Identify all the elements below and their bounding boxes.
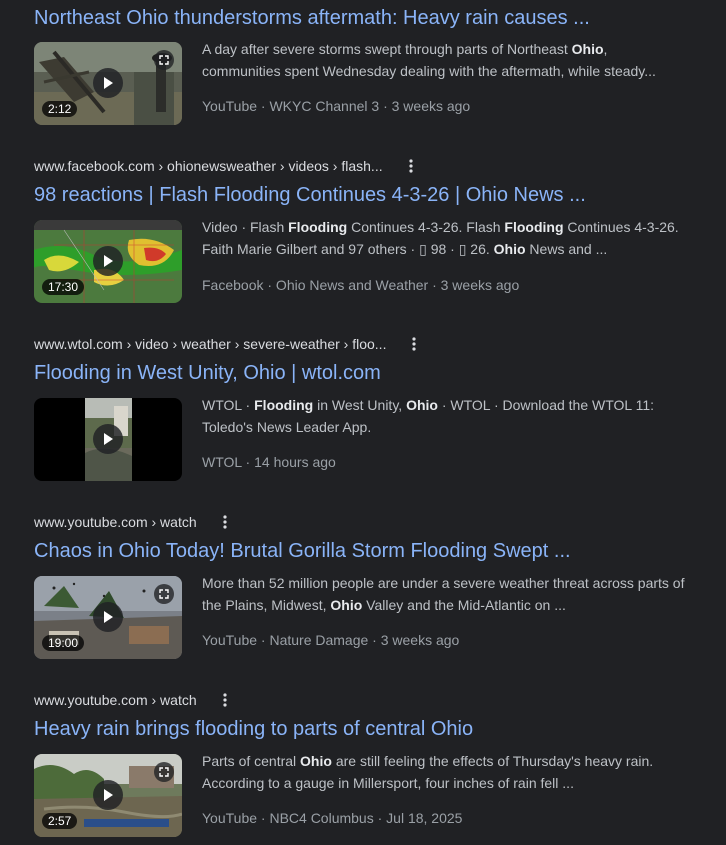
- video-duration: 2:12: [42, 101, 78, 117]
- play-icon: [104, 789, 113, 801]
- expand-icon: [159, 767, 169, 777]
- result-title-link[interactable]: Northeast Ohio thunderstorms aftermath: …: [34, 5, 590, 31]
- play-button[interactable]: [93, 602, 123, 632]
- play-button[interactable]: [93, 780, 123, 810]
- result-url[interactable]: www.wtol.com › video › weather › severe-…: [34, 336, 386, 352]
- video-duration: 17:30: [42, 279, 85, 295]
- result-snippet: A day after severe storms swept through …: [202, 38, 702, 82]
- more-options-button[interactable]: [217, 690, 233, 710]
- play-button[interactable]: [93, 424, 123, 454]
- snippet-line: WTOL · Flooding in West Unity, Ohio · WT…: [202, 397, 654, 413]
- result-title-link[interactable]: 98 reactions | Flash Flooding Continues …: [34, 182, 586, 208]
- more-vert-icon: [409, 159, 413, 173]
- play-button[interactable]: [93, 246, 123, 276]
- result-meta: YouTube · Nature Damage · 3 weeks ago: [202, 632, 460, 648]
- play-icon: [104, 611, 113, 623]
- result-snippet: Parts of central Ohio are still feeling …: [202, 750, 702, 794]
- more-vert-icon: [223, 515, 227, 529]
- video-duration: 2:57: [42, 813, 78, 829]
- snippet-line: Video · Flash Flooding Continues 4-3-26.…: [202, 219, 679, 235]
- result-meta: YouTube · WKYC Channel 3 · 3 weeks ago: [202, 98, 471, 114]
- more-vert-icon: [223, 693, 227, 707]
- result-snippet: Video · Flash Flooding Continues 4-3-26.…: [202, 216, 702, 260]
- result-url[interactable]: www.youtube.com › watch: [34, 692, 197, 708]
- expand-button[interactable]: [154, 50, 174, 70]
- video-thumbnail[interactable]: 2:12: [34, 42, 182, 125]
- snippet-line: communities spent Wednesday dealing with…: [202, 63, 656, 79]
- result-meta: WTOL · 14 hours ago: [202, 454, 336, 470]
- play-icon: [104, 433, 113, 445]
- play-icon: [104, 255, 113, 267]
- more-options-button[interactable]: [406, 334, 422, 354]
- video-duration: 19:00: [42, 635, 85, 651]
- snippet-line: A day after severe storms swept through …: [202, 41, 608, 57]
- result-url-row: www.wtol.com › video › weather › severe-…: [34, 334, 422, 354]
- expand-icon: [159, 589, 169, 599]
- result-snippet: WTOL · Flooding in West Unity, Ohio · WT…: [202, 394, 702, 438]
- result-meta: YouTube · NBC4 Columbus · Jul 18, 2025: [202, 810, 463, 826]
- result-url-row: www.youtube.com › watch: [34, 512, 233, 532]
- result-url[interactable]: www.youtube.com › watch: [34, 514, 197, 530]
- more-options-button[interactable]: [217, 512, 233, 532]
- snippet-line: According to a gauge in Millersport, fou…: [202, 775, 574, 791]
- video-thumbnail[interactable]: 19:00: [34, 576, 182, 659]
- snippet-line: Parts of central Ohio are still feeling …: [202, 753, 654, 769]
- result-snippet: More than 52 million people are under a …: [202, 572, 702, 616]
- result-title-link[interactable]: Flooding in West Unity, Ohio | wtol.com: [34, 360, 381, 386]
- snippet-line: Faith Marie Gilbert and 97 others · ▯ 98…: [202, 241, 608, 257]
- result-title-link[interactable]: Chaos in Ohio Today! Brutal Gorilla Stor…: [34, 538, 571, 564]
- snippet-line: Toledo's News Leader App.: [202, 419, 372, 435]
- video-thumbnail[interactable]: 17:30: [34, 220, 182, 303]
- expand-icon: [159, 55, 169, 65]
- result-title-link[interactable]: Heavy rain brings flooding to parts of c…: [34, 716, 473, 742]
- play-button[interactable]: [93, 68, 123, 98]
- more-options-button[interactable]: [403, 156, 419, 176]
- play-icon: [104, 77, 113, 89]
- expand-button[interactable]: [154, 762, 174, 782]
- result-url-row: www.youtube.com › watch: [34, 690, 233, 710]
- more-vert-icon: [412, 337, 417, 351]
- result-url-row: www.facebook.com › ohionewsweather › vid…: [34, 156, 419, 176]
- search-results: Northeast Ohio thunderstorms aftermath: …: [0, 0, 726, 845]
- video-thumbnail[interactable]: [34, 398, 182, 481]
- expand-button[interactable]: [154, 584, 174, 604]
- snippet-line: the Plains, Midwest, Ohio Valley and the…: [202, 597, 566, 613]
- video-thumbnail[interactable]: 2:57: [34, 754, 182, 837]
- result-url[interactable]: www.facebook.com › ohionewsweather › vid…: [34, 158, 383, 174]
- result-meta: Facebook · Ohio News and Weather · 3 wee…: [202, 277, 520, 293]
- snippet-line: More than 52 million people are under a …: [202, 575, 685, 591]
